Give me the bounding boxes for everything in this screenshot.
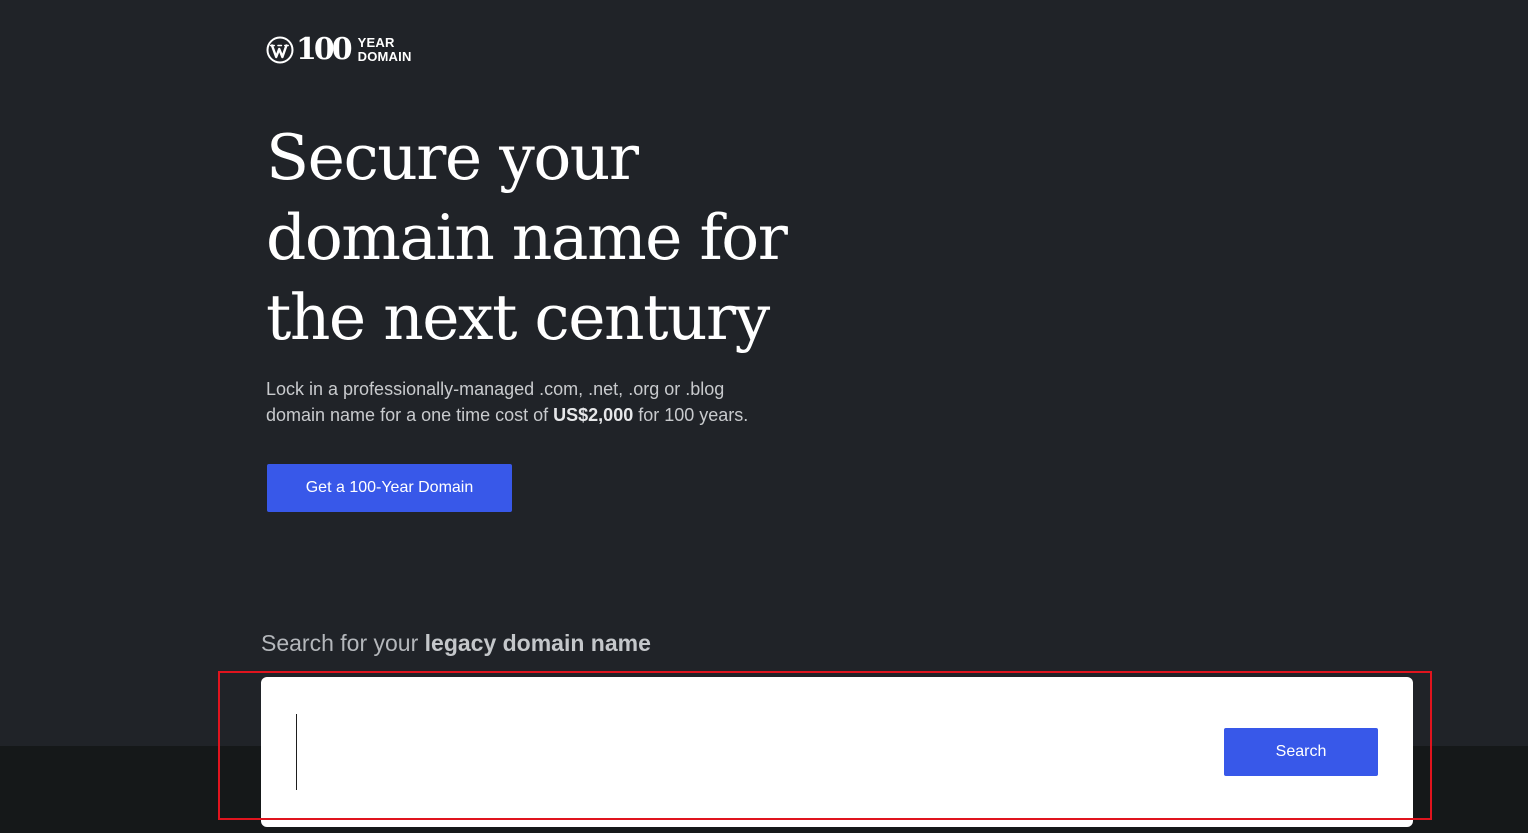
search-heading-prefix: Search for your: [261, 630, 425, 656]
logo-line-domain: DOMAIN: [357, 49, 412, 64]
get-100-year-domain-button[interactable]: Get a 100-Year Domain: [267, 464, 512, 512]
domain-search-input[interactable]: [295, 713, 1195, 791]
subtitle-line-2-prefix: domain name for a one time cost of: [266, 405, 554, 425]
subtitle-price: US$2,000: [553, 405, 634, 425]
subtitle-line-2-suffix: for 100 years.: [633, 405, 749, 425]
logo-line-year: YEAR: [357, 35, 395, 50]
brand-logo[interactable]: 100 YEAR DOMAIN: [266, 34, 412, 66]
text-cursor: [296, 714, 297, 790]
search-heading: Search for your legacy domain name: [261, 628, 651, 658]
search-button[interactable]: Search: [1224, 728, 1378, 776]
search-heading-bold: legacy domain name: [424, 630, 651, 656]
subtitle-line-2: domain name for a one time cost of US$2,…: [266, 402, 826, 428]
headline-line-2: domain name for: [266, 201, 788, 274]
logo-number: 100: [296, 32, 353, 67]
headline-line-1: Secure your: [266, 121, 639, 194]
domain-search-card: Search: [261, 677, 1413, 827]
hero-headline: Secure your domain name for the next cen…: [266, 118, 866, 358]
logo-wordmark: YEAR DOMAIN: [358, 36, 412, 64]
headline-line-3: the next century: [266, 281, 770, 354]
wordpress-logo-icon: [266, 36, 294, 64]
subtitle-line-1: Lock in a professionally-managed .com, .…: [266, 379, 725, 399]
hero-subtitle: Lock in a professionally-managed .com, .…: [266, 376, 826, 428]
